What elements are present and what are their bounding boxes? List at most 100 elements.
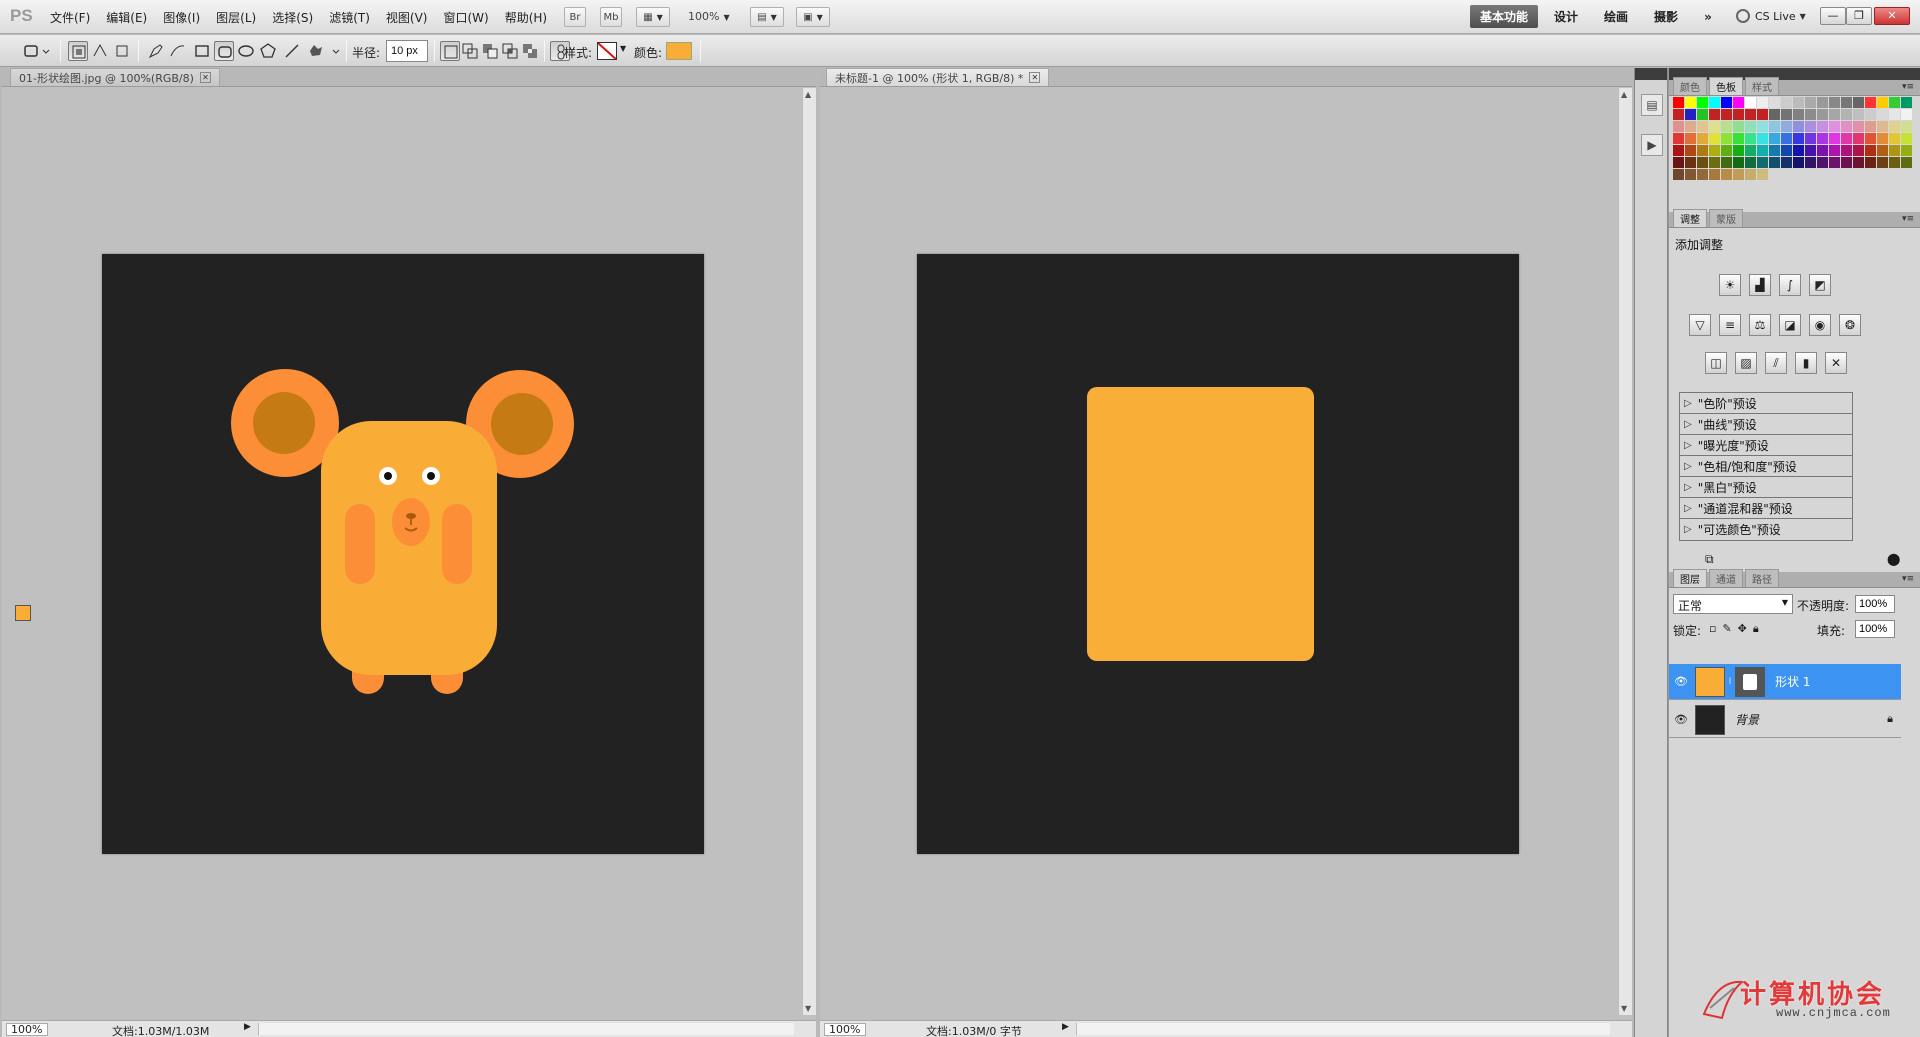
freeform-pen-option[interactable]: [168, 41, 188, 61]
swatch-cell[interactable]: [1865, 133, 1876, 144]
arrange-documents-button[interactable]: ▤ ▼: [750, 7, 784, 27]
menu-file[interactable]: 文件(F): [50, 9, 90, 26]
menu-help[interactable]: 帮助(H): [505, 9, 547, 26]
eye-icon[interactable]: 👁︎: [1673, 674, 1689, 690]
swatch-cell[interactable]: [1721, 109, 1732, 120]
hue-saturation-icon[interactable]: ≡: [1719, 314, 1741, 336]
tab-adjustments[interactable]: 调整: [1673, 209, 1707, 227]
layer-row-shape[interactable]: 👁︎ ⧘ 形状 1: [1669, 664, 1901, 700]
swatch-cell[interactable]: [1853, 145, 1864, 156]
eye-icon[interactable]: 👁︎: [1673, 712, 1689, 728]
scroll-down-icon[interactable]: ▼: [805, 1004, 811, 1013]
swatch-cell[interactable]: [1733, 109, 1744, 120]
swatch-cell[interactable]: [1817, 121, 1828, 132]
swatch-cell[interactable]: [1793, 97, 1804, 108]
swatch-cell[interactable]: [1673, 133, 1684, 144]
swatch-cell[interactable]: [1865, 145, 1876, 156]
workspace-painting[interactable]: 绘画: [1594, 5, 1638, 28]
swatch-cell[interactable]: [1877, 157, 1888, 168]
cs-live-button[interactable]: CS Live ▼: [1736, 9, 1806, 23]
menu-layer[interactable]: 图层(L): [216, 9, 256, 26]
tab-channels[interactable]: 通道: [1709, 569, 1743, 587]
zoom-level-dropdown[interactable]: 100% ▼: [688, 10, 730, 23]
status-zoom-field[interactable]: 100%: [6, 1023, 48, 1036]
preset-curves[interactable]: "曲线"预设: [1680, 414, 1852, 435]
swatch-cell[interactable]: [1757, 97, 1768, 108]
more-workspaces-button[interactable]: »: [1694, 7, 1722, 27]
swatch-cell[interactable]: [1757, 109, 1768, 120]
horizontal-scrollbar-2[interactable]: [1076, 1023, 1610, 1035]
swatch-cell[interactable]: [1853, 109, 1864, 120]
swatch-cell[interactable]: [1733, 145, 1744, 156]
swatch-cell[interactable]: [1805, 145, 1816, 156]
scroll-up-icon[interactable]: ▲: [1621, 90, 1627, 99]
restore-button[interactable]: ❐: [1846, 7, 1872, 25]
swatch-cell[interactable]: [1781, 157, 1792, 168]
swatch-cell[interactable]: [1673, 97, 1684, 108]
swatch-cell[interactable]: [1841, 133, 1852, 144]
swatch-cell[interactable]: [1805, 157, 1816, 168]
swatch-cell[interactable]: [1721, 133, 1732, 144]
line-option[interactable]: [282, 41, 302, 61]
swatch-cell[interactable]: [1793, 133, 1804, 144]
panel-menu-icon[interactable]: ▾≡: [1902, 82, 1914, 92]
swatch-cell[interactable]: [1793, 145, 1804, 156]
status-zoom-field[interactable]: 100%: [824, 1023, 866, 1036]
swatch-cell[interactable]: [1793, 157, 1804, 168]
swatch-cell[interactable]: [1853, 121, 1864, 132]
menu-image[interactable]: 图像(I): [163, 9, 200, 26]
strip-header[interactable]: [1635, 68, 1667, 80]
swatch-cell[interactable]: [1817, 145, 1828, 156]
swatch-cell[interactable]: [1901, 121, 1912, 132]
blend-mode-select[interactable]: 正常 ▼: [1673, 594, 1793, 614]
swatch-cell[interactable]: [1745, 157, 1756, 168]
document-tab-1[interactable]: 01-形状绘图.jpg @ 100%(RGB/8) ✕: [10, 68, 220, 86]
swatch-cell[interactable]: [1781, 133, 1792, 144]
swatch-cell[interactable]: [1745, 109, 1756, 120]
swatch-cell[interactable]: [1721, 157, 1732, 168]
swatch-cell[interactable]: [1721, 97, 1732, 108]
swatch-cell[interactable]: [1889, 97, 1900, 108]
swatch-cell[interactable]: [1709, 97, 1720, 108]
swatch-cell[interactable]: [1685, 145, 1696, 156]
actions-panel-icon[interactable]: ▶: [1641, 134, 1663, 156]
pen-tool-option[interactable]: [146, 41, 166, 61]
workspace-design[interactable]: 设计: [1544, 5, 1588, 28]
swatch-cell[interactable]: [1853, 157, 1864, 168]
swatch-cell[interactable]: [1829, 121, 1840, 132]
shape-layers-mode-button[interactable]: [68, 41, 88, 61]
create-new-shape-layer-button[interactable]: [440, 41, 460, 61]
vertical-scrollbar-1[interactable]: ▲ ▼: [802, 88, 816, 1015]
swatch-cell[interactable]: [1697, 157, 1708, 168]
swatch-cell[interactable]: [1673, 109, 1684, 120]
lock-options-icons[interactable]: ▫✎✥🔒︎: [1709, 622, 1765, 636]
swatch-cell[interactable]: [1805, 109, 1816, 120]
custom-shape-option[interactable]: [306, 41, 342, 61]
levels-icon[interactable]: ▟: [1749, 274, 1771, 296]
selective-color-icon[interactable]: ✕: [1825, 352, 1847, 374]
posterize-icon[interactable]: ▨: [1735, 352, 1757, 374]
swatch-cell[interactable]: [1817, 109, 1828, 120]
swatch-cell[interactable]: [1877, 145, 1888, 156]
swatch-cell[interactable]: [1817, 133, 1828, 144]
gradient-map-icon[interactable]: ▮: [1795, 352, 1817, 374]
swatch-cell[interactable]: [1757, 121, 1768, 132]
polygon-option[interactable]: [258, 41, 278, 61]
swatch-cell[interactable]: [1757, 133, 1768, 144]
tab-swatches[interactable]: 色板: [1709, 77, 1743, 95]
swatch-cell[interactable]: [1709, 133, 1720, 144]
swatch-cell[interactable]: [1841, 145, 1852, 156]
scroll-down-icon[interactable]: ▼: [1621, 1004, 1627, 1013]
preset-levels[interactable]: "色阶"预设: [1680, 393, 1852, 414]
swatch-cell[interactable]: [1901, 97, 1912, 108]
swatch-cell[interactable]: [1721, 169, 1732, 180]
rounded-rectangle-option[interactable]: [214, 41, 234, 61]
workspace-photography[interactable]: 摄影: [1644, 5, 1688, 28]
menu-edit[interactable]: 编辑(E): [106, 9, 147, 26]
exposure-icon[interactable]: ◩: [1809, 274, 1831, 296]
swatch-cell[interactable]: [1697, 109, 1708, 120]
swatch-cell[interactable]: [1781, 109, 1792, 120]
swatch-cell[interactable]: [1685, 97, 1696, 108]
swatch-cell[interactable]: [1877, 97, 1888, 108]
bridge-button[interactable]: Br: [564, 7, 586, 27]
